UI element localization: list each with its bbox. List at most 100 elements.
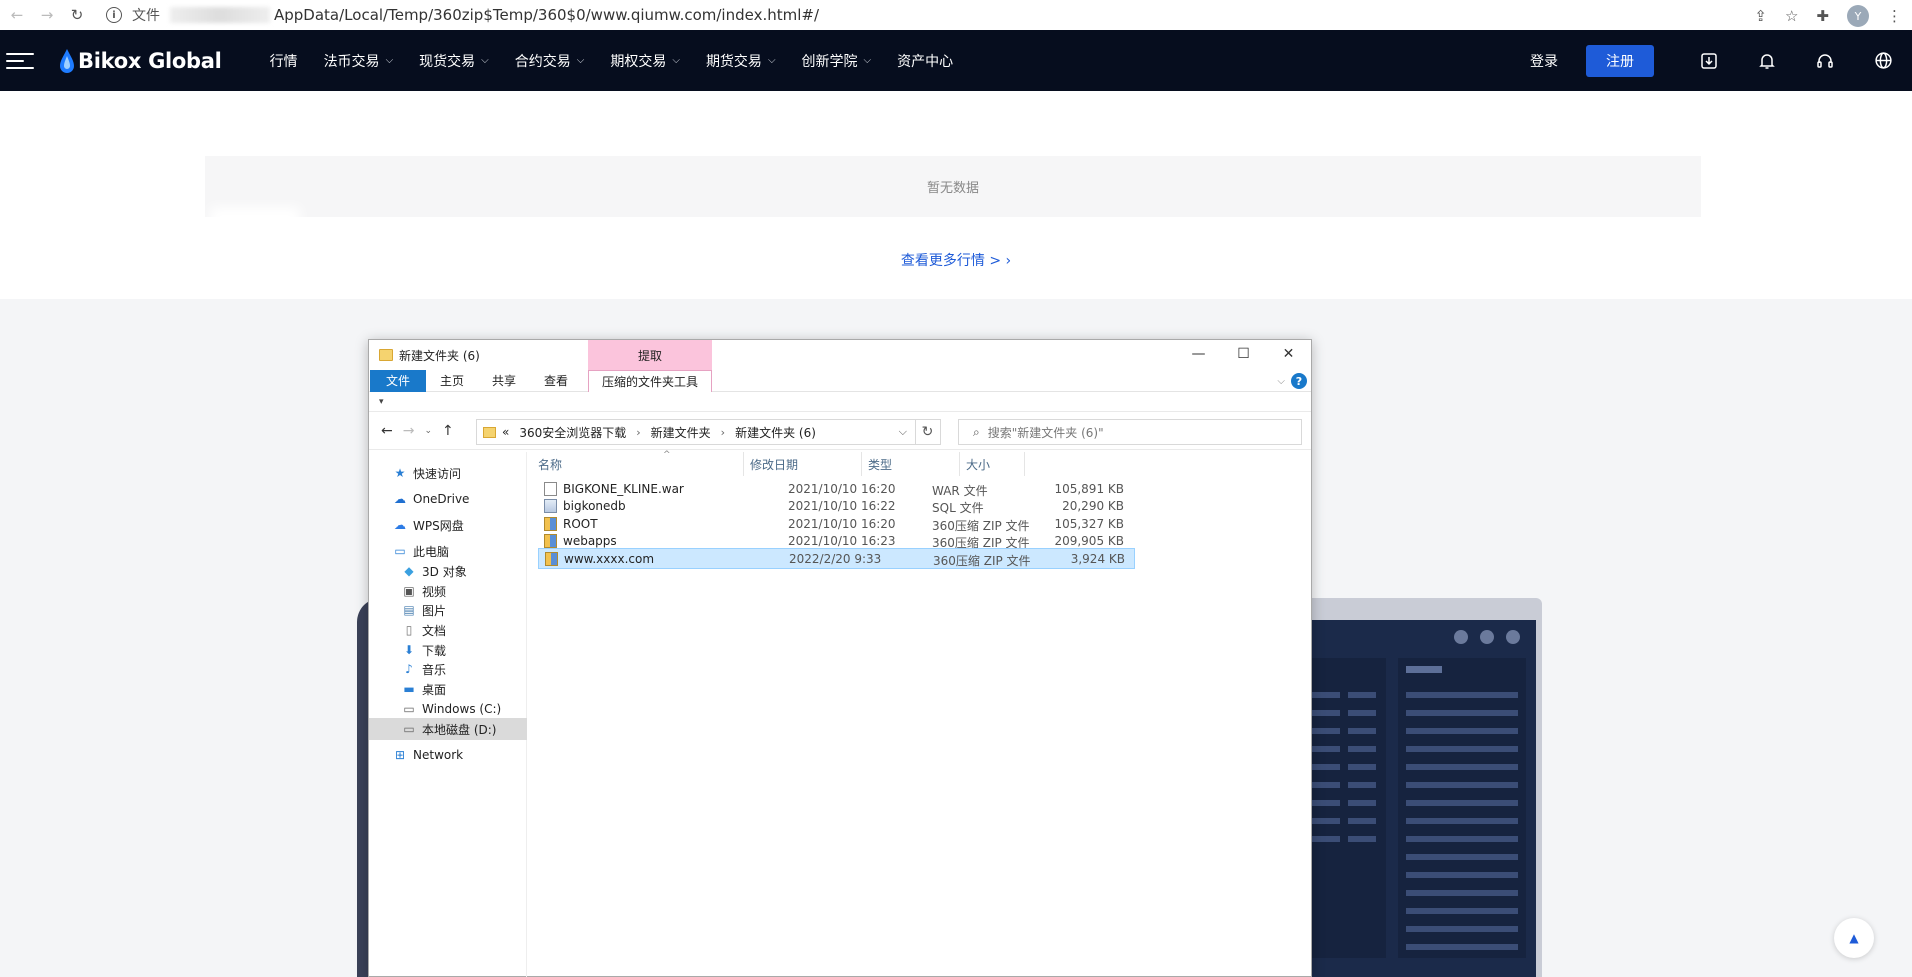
search-input[interactable]: ⌕ 搜索"新建文件夹 (6)" bbox=[958, 419, 1302, 445]
file-name: bigkonedb bbox=[563, 499, 626, 514]
more-markets-link[interactable]: 查看更多行情 > › bbox=[0, 250, 1912, 270]
explorer-nav-buttons: ← → ⌄ ↑ bbox=[369, 423, 454, 439]
chevron-down-icon: ⌵ bbox=[767, 55, 776, 66]
star-icon: ★ bbox=[394, 466, 406, 480]
tab-view[interactable]: 查看 bbox=[530, 370, 582, 392]
chevron-down-icon: ⌵ bbox=[385, 55, 394, 66]
scroll-to-top-button[interactable]: ▲ bbox=[1834, 918, 1874, 958]
column-header-date[interactable]: 修改日期 bbox=[744, 452, 862, 476]
download-app-icon[interactable] bbox=[1680, 52, 1738, 70]
breadcrumb-item[interactable]: 新建文件夹 (6) bbox=[735, 424, 816, 441]
brand-logo[interactable]: Bikox Global bbox=[58, 48, 222, 74]
column-header-name[interactable]: 名称 bbox=[532, 452, 744, 476]
recent-dropdown-icon[interactable]: ⌄ bbox=[424, 426, 432, 436]
network-icon: ⊞ bbox=[394, 748, 406, 762]
minimize-icon[interactable]: — bbox=[1176, 340, 1221, 368]
window-controls: — ☐ ✕ bbox=[1176, 340, 1311, 368]
nav-pane-item[interactable]: ▤ 图片 bbox=[369, 599, 527, 621]
register-button[interactable]: 注册 bbox=[1586, 44, 1654, 77]
forward-icon[interactable]: → bbox=[403, 423, 415, 439]
reload-icon[interactable]: ↻ bbox=[68, 6, 86, 24]
tab-file[interactable]: 文件 bbox=[370, 369, 427, 392]
nav-item[interactable]: 期权交易 ⌵ bbox=[610, 51, 680, 71]
customize-toolbar-icon[interactable]: ▾ bbox=[379, 397, 384, 407]
nav-pane-item[interactable]: ☁ OneDrive bbox=[369, 488, 527, 510]
extract-tab-header[interactable]: 提取 bbox=[588, 340, 712, 370]
nav-item[interactable]: 合约交易 ⌵ bbox=[515, 51, 585, 71]
close-icon[interactable]: ✕ bbox=[1266, 340, 1311, 368]
tab-share[interactable]: 共享 bbox=[478, 370, 530, 392]
site-header: Bikox Global 行情 法币交易 ⌵ 现货交易 ⌵ 合约交易 ⌵ 期权交易 ⌵ 期货交易 ⌵… bbox=[0, 30, 1912, 91]
nav-pane-item[interactable]: ⊞ Network bbox=[369, 744, 527, 766]
chevron-down-icon[interactable]: ⌵ bbox=[899, 425, 907, 439]
more-menu-icon[interactable]: ⋮ bbox=[1887, 7, 1902, 25]
login-link[interactable]: 登录 bbox=[1530, 51, 1558, 71]
info-icon[interactable]: i bbox=[106, 7, 122, 23]
headset-support-icon[interactable] bbox=[1796, 52, 1854, 70]
nav-pane-item[interactable]: ▭ Windows (C:) bbox=[369, 698, 527, 720]
address-bar[interactable]: i 文件 AppData/Local/Temp/360zip$Temp/360$… bbox=[106, 5, 819, 25]
explorer-title-bar[interactable]: 新建文件夹 (6) 提取 — ☐ ✕ bbox=[369, 340, 1311, 370]
nav-item[interactable]: 法币交易 ⌵ bbox=[324, 51, 394, 71]
help-icon[interactable]: ? bbox=[1291, 373, 1307, 389]
nav-pane-item[interactable]: ♪ 音乐 bbox=[369, 658, 527, 680]
nav-item[interactable]: 行情 bbox=[270, 51, 298, 71]
chevron-down-icon: ⌵ bbox=[672, 55, 680, 66]
nav-pane-item[interactable]: ☁ WPS网盘 bbox=[369, 514, 527, 536]
refresh-icon[interactable]: ↻ bbox=[915, 419, 941, 445]
back-icon[interactable]: ← bbox=[381, 423, 393, 439]
music-icon: ♪ bbox=[405, 662, 413, 676]
zip-file-icon bbox=[545, 552, 558, 567]
nav-item[interactable]: 创新学院 ⌵ bbox=[802, 51, 872, 71]
nav-item[interactable]: 期货交易 ⌵ bbox=[706, 51, 776, 71]
extensions-icon[interactable]: ✚ bbox=[1816, 7, 1829, 25]
nav-pane-item[interactable]: ▬ 桌面 bbox=[369, 678, 527, 700]
breadcrumb-item[interactable]: 360安全浏览器下载 bbox=[519, 424, 626, 441]
laptop-screen bbox=[1306, 620, 1536, 977]
file-name-cell: www.xxxx.com bbox=[545, 552, 654, 567]
header-actions: 登录 注册 bbox=[1530, 30, 1912, 91]
bell-icon[interactable] bbox=[1738, 52, 1796, 70]
bookmark-star-icon[interactable]: ☆ bbox=[1785, 7, 1798, 25]
tab-home[interactable]: 主页 bbox=[426, 370, 478, 392]
search-icon: ⌕ bbox=[973, 424, 980, 439]
tab-compressed-folder-tools[interactable]: 压缩的文件夹工具 bbox=[588, 369, 712, 392]
nav-item[interactable]: 资产中心 bbox=[897, 51, 953, 71]
folder-icon bbox=[483, 426, 496, 438]
main-nav: 行情 法币交易 ⌵ 现货交易 ⌵ 合约交易 ⌵ 期权交易 ⌵ 期货交易 ⌵ 创新学院 ⌵ 资产中心 bbox=[270, 51, 954, 71]
nav-pane-item[interactable]: ▭ 本地磁盘 (D:) bbox=[369, 718, 527, 740]
nav-pane-label: 3D 对象 bbox=[422, 564, 467, 579]
nav-pane-item[interactable]: ◆ 3D 对象 bbox=[369, 560, 527, 582]
up-arrow-icon[interactable]: ↑ bbox=[442, 423, 454, 439]
maximize-icon[interactable]: ☐ bbox=[1221, 340, 1266, 368]
nav-pane-item[interactable]: ▭ 此电脑 bbox=[369, 540, 527, 562]
laptop-ui-lines bbox=[1312, 666, 1518, 950]
file-size: 209,905 KB bbox=[1054, 533, 1124, 548]
column-header-size[interactable]: 大小 bbox=[960, 452, 1025, 476]
nav-pane-item[interactable]: ★ 快速访问 bbox=[369, 462, 527, 484]
nav-pane-label: WPS网盘 bbox=[413, 518, 464, 533]
empty-state: 暂无数据 bbox=[205, 156, 1701, 217]
column-header-type[interactable]: 类型 bbox=[862, 452, 960, 476]
profile-avatar[interactable]: Y bbox=[1847, 5, 1869, 27]
breadcrumb[interactable]: « 360安全浏览器下载 › 新建文件夹 › 新建文件夹 (6) ⌵ bbox=[476, 419, 916, 445]
back-arrow-icon[interactable]: ← bbox=[8, 6, 26, 24]
globe-language-icon[interactable] bbox=[1854, 51, 1912, 70]
chevron-right-icon[interactable]: › bbox=[721, 426, 725, 439]
window-title: 新建文件夹 (6) bbox=[399, 348, 480, 363]
share-icon[interactable]: ⇪ bbox=[1754, 7, 1767, 25]
chevron-down-icon: ⌵ bbox=[863, 55, 872, 66]
url-path: AppData/Local/Temp/360zip$Temp/360$0/www… bbox=[274, 6, 820, 24]
breadcrumb-item[interactable]: 新建文件夹 bbox=[651, 424, 711, 441]
chevron-right-icon[interactable]: › bbox=[636, 426, 640, 439]
breadcrumb-overflow[interactable]: « bbox=[502, 425, 509, 439]
file-row[interactable]: www.xxxx.com 2022/2/20 9:33 360压缩 ZIP 文件 3,… bbox=[538, 548, 1135, 570]
forward-arrow-icon[interactable]: → bbox=[38, 6, 56, 24]
brand-name: Bikox Global bbox=[78, 48, 222, 73]
file-name-cell: bigkonedb bbox=[544, 499, 626, 514]
nav-pane-item[interactable]: ▯ 文档 bbox=[369, 619, 527, 641]
column-label: 大小 bbox=[966, 457, 991, 472]
nav-item[interactable]: 现货交易 ⌵ bbox=[419, 51, 489, 71]
hamburger-menu-icon[interactable] bbox=[6, 52, 34, 69]
expand-ribbon-icon[interactable]: ⌵ bbox=[1277, 376, 1285, 387]
